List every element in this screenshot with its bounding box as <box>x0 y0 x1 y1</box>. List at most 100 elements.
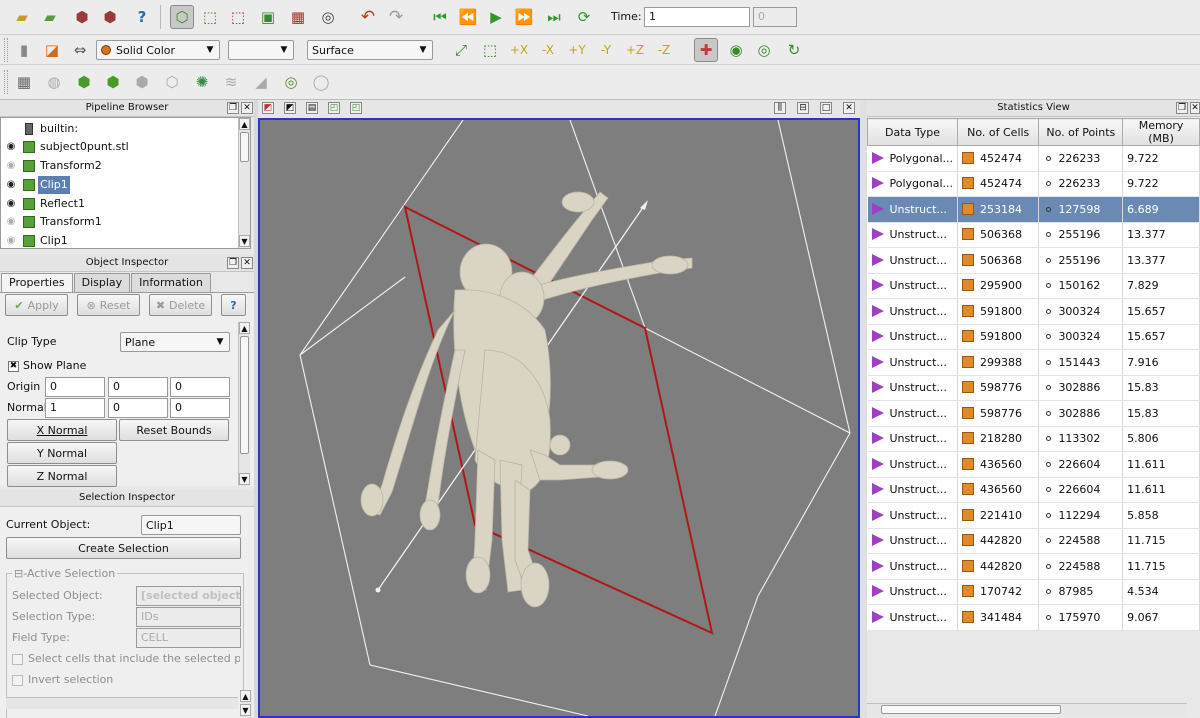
view-plus-z-icon[interactable]: +Z <box>623 38 647 62</box>
statistics-hscrollbar[interactable] <box>867 703 1187 715</box>
table-row[interactable]: Unstruct... 591800 300324 15.657 <box>867 324 1200 350</box>
table-row[interactable]: Unstruct... 170742 87985 4.534 <box>867 579 1200 605</box>
show-plane-checkbox[interactable]: ✖ <box>8 361 19 372</box>
float-panel-icon[interactable]: ❐ <box>1176 102 1188 114</box>
scroll-down-icon[interactable]: ▼ <box>239 473 250 485</box>
table-row[interactable]: Unstruct... 598776 302886 15.83 <box>867 375 1200 401</box>
connect-server-icon[interactable]: ⬢ <box>70 5 94 29</box>
close-view-icon[interactable]: ✕ <box>843 102 855 114</box>
glyph-icon[interactable]: ✺ <box>190 70 214 94</box>
render-scene[interactable] <box>260 120 858 716</box>
render-view[interactable] <box>258 118 860 718</box>
table-row[interactable]: Unstruct... 506368 255196 13.377 <box>867 247 1200 274</box>
pipeline-item-reflect1[interactable]: ◉ Reflect1 <box>1 195 237 213</box>
reset-bounds-button[interactable]: Reset Bounds <box>119 419 229 441</box>
select-block-icon[interactable]: ▣ <box>256 5 280 29</box>
tab-display[interactable]: Display <box>73 273 131 292</box>
color-component-dropdown[interactable]: ▼ <box>228 40 294 60</box>
selection-toggle-icon[interactable]: ◰ <box>350 102 362 114</box>
view-minus-y-icon[interactable]: -Y <box>594 38 618 62</box>
eye-closed-icon[interactable]: ◉ <box>4 213 18 231</box>
redo-icon[interactable]: ↷ <box>384 5 408 29</box>
reset-button[interactable]: ⊗ Reset <box>77 294 140 316</box>
stream-tracer-icon[interactable]: ≋ <box>219 70 243 94</box>
representation-dropdown[interactable]: Surface ▼ <box>307 40 433 60</box>
previous-frame-icon[interactable]: ⏪ <box>456 5 480 29</box>
delete-button[interactable]: ✖ Delete <box>149 294 212 316</box>
contour-icon[interactable]: ◍ <box>42 70 66 94</box>
threshold-icon[interactable]: ⬢ <box>130 70 154 94</box>
eye-closed-icon[interactable]: ◉ <box>4 157 18 175</box>
column-header-cells[interactable]: No. of Cells <box>957 118 1040 146</box>
select-cells-checkbox[interactable] <box>12 654 23 665</box>
origin-y-input[interactable]: 0 <box>108 377 168 397</box>
column-header-memory[interactable]: Memory (MB) <box>1122 118 1200 146</box>
color-legend-icon[interactable]: ▮ <box>12 38 36 62</box>
origin-z-input[interactable]: 0 <box>170 377 230 397</box>
table-row[interactable]: Unstruct... 591800 300324 15.657 <box>867 298 1200 325</box>
toolbar-grip[interactable] <box>4 70 8 94</box>
table-row[interactable]: Polygonal... 452474 226233 9.722 <box>867 145 1200 172</box>
disconnect-server-icon[interactable]: ⬢ <box>98 5 122 29</box>
column-header-points[interactable]: No. of Points <box>1038 118 1124 146</box>
scroll-thumb[interactable] <box>240 132 249 162</box>
time-step-spinbox[interactable]: 0 <box>753 7 797 27</box>
x-normal-button[interactable]: X Normal <box>7 419 117 441</box>
select-points-on-icon[interactable]: ⬚ <box>198 5 222 29</box>
edit-color-map-icon[interactable]: ◪ <box>40 38 64 62</box>
scroll-up-icon[interactable]: ▲ <box>240 690 251 702</box>
pipeline-item-subject0punt[interactable]: ◉ subject0punt.stl <box>1 138 237 156</box>
pick-center-icon[interactable]: ◎ <box>752 38 776 62</box>
view-plus-y-icon[interactable]: +Y <box>565 38 589 62</box>
rescale-range-icon[interactable]: ⇔ <box>68 38 92 62</box>
capture-icon[interactable]: ▤ <box>306 102 318 114</box>
pipeline-scrollbar[interactable]: ▲ ▼ <box>238 118 250 248</box>
camera-redo-icon[interactable]: ◩ <box>284 102 296 114</box>
table-row[interactable]: Unstruct... 253184 127598 6.689 <box>867 196 1200 223</box>
table-row[interactable]: Unstruct... 442820 224588 11.715 <box>867 528 1200 554</box>
table-row[interactable]: Unstruct... 295900 150162 7.829 <box>867 273 1200 299</box>
table-row[interactable]: Unstruct... 436560 226604 11.611 <box>867 451 1200 478</box>
open-file-icon[interactable]: ▰ <box>10 5 34 29</box>
help-button[interactable]: ? <box>221 294 246 316</box>
table-row[interactable]: Unstruct... 341484 175970 9.067 <box>867 604 1200 631</box>
table-row[interactable]: Unstruct... 221410 112294 5.858 <box>867 502 1200 529</box>
maximize-view-icon[interactable]: □ <box>820 102 832 114</box>
view-minus-z-icon[interactable]: -Z <box>652 38 676 62</box>
interactive-selection-icon[interactable]: ◎ <box>316 5 340 29</box>
pipeline-item-clip1[interactable]: ◉ Clip1 <box>1 176 237 194</box>
select-cells-through-icon[interactable]: ⬚ <box>226 5 250 29</box>
group-datasets-icon[interactable]: ◎ <box>279 70 303 94</box>
table-row[interactable]: Unstruct... 218280 113302 5.806 <box>867 426 1200 452</box>
view-plus-x-icon[interactable]: +X <box>507 38 531 62</box>
scroll-thumb[interactable] <box>240 336 249 454</box>
table-row[interactable]: Unstruct... 436560 226604 11.611 <box>867 477 1200 503</box>
table-row[interactable]: Unstruct... 299388 151443 7.916 <box>867 349 1200 376</box>
loop-icon[interactable]: ⟳ <box>572 5 596 29</box>
select-points-through-icon[interactable]: ▦ <box>286 5 310 29</box>
scroll-thumb[interactable] <box>881 705 1061 714</box>
pipeline-item-transform2[interactable]: ◉ Transform2 <box>1 157 237 175</box>
first-frame-icon[interactable]: ⏮ <box>428 5 452 29</box>
view-minus-x-icon[interactable]: -X <box>536 38 560 62</box>
zoom-to-box-icon[interactable]: ⬚ <box>478 38 502 62</box>
split-vertical-icon[interactable]: ⊟ <box>797 102 809 114</box>
plane-origin-handle[interactable] <box>375 587 381 593</box>
eye-icon[interactable]: ◉ <box>4 195 18 213</box>
toolbar-grip[interactable] <box>4 38 8 62</box>
rotate-icon[interactable]: ↻ <box>782 38 806 62</box>
show-center-icon[interactable]: ✚ <box>694 38 718 62</box>
calculator-icon[interactable]: ▦ <box>12 70 36 94</box>
warp-icon[interactable]: ◢ <box>249 70 273 94</box>
close-panel-icon[interactable]: ✕ <box>1190 102 1200 114</box>
extract-subset-icon[interactable]: ⬡ <box>160 70 184 94</box>
selection-scrollbar[interactable]: ▲ ▼ <box>240 690 252 718</box>
pipeline-item-clip1-second[interactable]: ◉ Clip1 <box>1 232 237 250</box>
apply-button[interactable]: ✔ Apply <box>5 294 68 316</box>
normal-y-input[interactable]: 0 <box>108 398 168 418</box>
slice-icon[interactable]: ⬢ <box>101 70 125 94</box>
scroll-down-icon[interactable]: ▼ <box>239 235 250 247</box>
split-horizontal-icon[interactable]: ⫼ <box>774 102 786 114</box>
float-panel-icon[interactable]: ❐ <box>227 102 239 114</box>
z-normal-button[interactable]: Z Normal <box>7 465 117 487</box>
